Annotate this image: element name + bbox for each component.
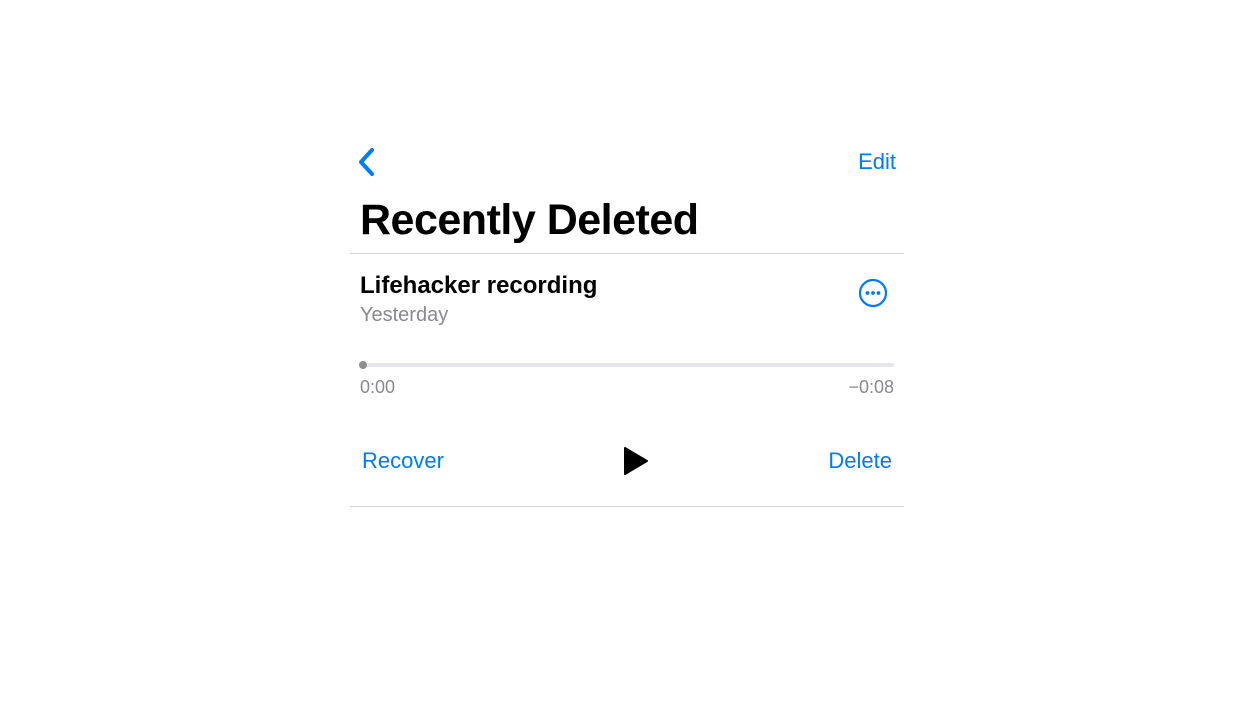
back-button[interactable] [354, 143, 379, 181]
play-icon [623, 446, 649, 476]
scrubber-area: 0:00 −0:08 [360, 363, 894, 398]
time-elapsed: 0:00 [360, 377, 395, 398]
delete-button[interactable]: Delete [828, 448, 892, 474]
scrubber-knob[interactable] [359, 361, 367, 369]
recording-item: Lifehacker recording Yesterday 0:00 −0:0… [350, 254, 904, 506]
playback-controls: Recover Delete [360, 442, 894, 480]
chevron-left-icon [358, 147, 375, 177]
time-remaining: −0:08 [848, 377, 894, 398]
divider-bottom [350, 506, 904, 507]
scrubber-track[interactable] [360, 363, 894, 367]
recording-subtitle: Yesterday [360, 304, 858, 327]
page-title: Recently Deleted [350, 196, 904, 245]
recording-header: Lifehacker recording Yesterday [360, 272, 894, 327]
recover-button[interactable]: Recover [362, 448, 444, 474]
recording-title: Lifehacker recording [360, 272, 858, 300]
recording-info: Lifehacker recording Yesterday [360, 272, 858, 327]
recently-deleted-view: Edit Recently Deleted Lifehacker recordi… [350, 140, 904, 507]
more-options-icon [858, 278, 888, 308]
time-labels: 0:00 −0:08 [360, 377, 894, 398]
play-button[interactable] [619, 442, 653, 480]
edit-button[interactable]: Edit [854, 145, 900, 179]
more-options-button[interactable] [858, 278, 888, 313]
nav-bar: Edit [350, 140, 904, 184]
